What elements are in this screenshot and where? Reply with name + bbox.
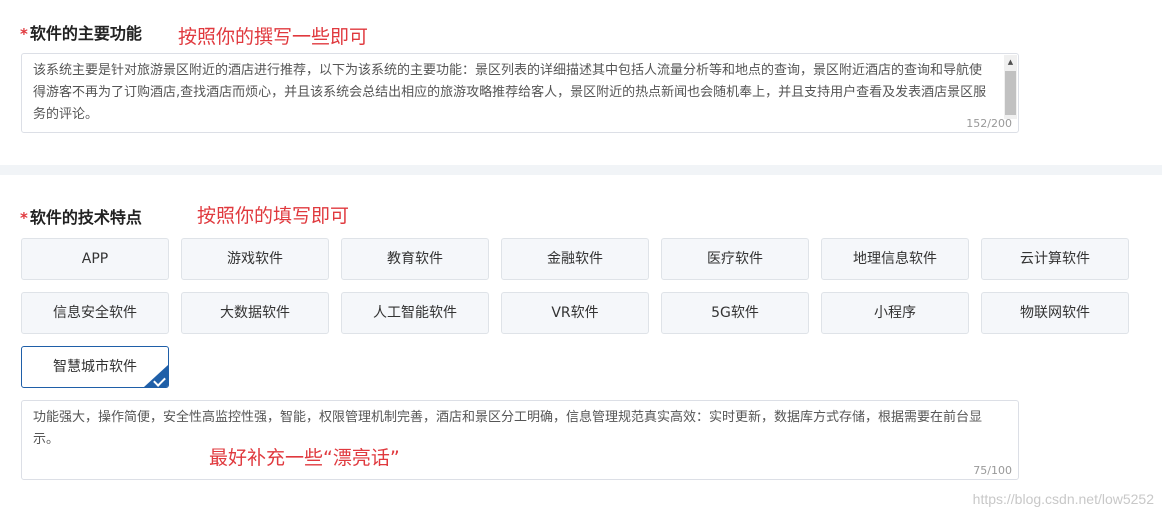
- tech-feature-tag[interactable]: 地理信息软件: [821, 238, 969, 280]
- tech-feature-tag[interactable]: 教育软件: [341, 238, 489, 280]
- tech-feature-tag-label: APP: [81, 251, 109, 267]
- tech-feature-tag-label: 教育软件: [387, 251, 443, 267]
- section-divider: [0, 165, 1162, 175]
- main-function-textarea[interactable]: 该系统主要是针对旅游景区附近的酒店进行推荐，以下为该系统的主要功能：景区列表的详…: [21, 53, 1019, 133]
- tech-features-section: * 软件的技术特点 按照你的填写即可 APP 游戏软件 教育软件 金融软件 医疗软件 地理…: [0, 175, 1162, 515]
- tech-feature-tag[interactable]: 医疗软件: [661, 238, 809, 280]
- tech-features-annotation: 按照你的填写即可: [197, 205, 350, 227]
- watermark: https://blog.csdn.net/low5252: [972, 491, 1154, 507]
- tech-feature-tag-label: 大数据软件: [220, 305, 290, 321]
- required-mark: *: [20, 209, 28, 227]
- tech-feature-tag-label: 游戏软件: [227, 251, 283, 267]
- tech-feature-tag[interactable]: 人工智能软件: [341, 292, 489, 334]
- tech-features-label: 软件的技术特点: [29, 208, 142, 227]
- main-function-section: * 软件的主要功能 按照你的撰写一些即可 该系统主要是针对旅游景区附近的酒店进行…: [0, 0, 1162, 165]
- tech-feature-tag[interactable]: 游戏软件: [181, 238, 329, 280]
- main-function-counter: 152/200: [966, 117, 1012, 130]
- tech-feature-tag[interactable]: 金融软件: [501, 238, 649, 280]
- tech-features-textarea[interactable]: 功能强大，操作简便，安全性高监控性强，智能，权限管理机制完善，酒店和景区分工明确…: [21, 400, 1019, 480]
- textarea-scrollbar[interactable]: ▲: [1004, 55, 1017, 119]
- tech-feature-tag[interactable]: APP: [21, 238, 169, 280]
- tech-features-hint-annotation: 最好补充一些“漂亮话”: [209, 447, 400, 469]
- main-function-annotation: 按照你的撰写一些即可: [178, 26, 369, 48]
- tech-features-counter: 75/100: [973, 464, 1012, 477]
- tech-feature-tag[interactable]: 物联网软件: [981, 292, 1129, 334]
- main-function-label-row: * 软件的主要功能: [20, 20, 142, 44]
- scroll-up-arrow-icon[interactable]: ▲: [1004, 55, 1017, 69]
- tech-feature-tag[interactable]: VR软件: [501, 292, 649, 334]
- tech-feature-tag-label: 地理信息软件: [853, 251, 937, 267]
- tech-features-text: 功能强大，操作简便，安全性高监控性强，智能，权限管理机制完善，酒店和景区分工明确…: [33, 410, 983, 447]
- tech-feature-tag-label: 5G软件: [711, 305, 759, 321]
- tech-feature-tag[interactable]: 智慧城市软件: [21, 346, 169, 388]
- tech-feature-tag[interactable]: 云计算软件: [981, 238, 1129, 280]
- tech-feature-tag-label: 医疗软件: [707, 251, 763, 267]
- tech-feature-tag-label: 智慧城市软件: [53, 359, 137, 375]
- tech-feature-tag[interactable]: 信息安全软件: [21, 292, 169, 334]
- tech-feature-tag-label: 信息安全软件: [53, 305, 137, 321]
- main-function-text: 该系统主要是针对旅游景区附近的酒店进行推荐，以下为该系统的主要功能：景区列表的详…: [33, 63, 987, 122]
- tech-feature-tag[interactable]: 小程序: [821, 292, 969, 334]
- tech-feature-tag-label: 物联网软件: [1020, 305, 1090, 321]
- tech-feature-tag-label: 小程序: [874, 305, 916, 321]
- tech-feature-tag[interactable]: 5G软件: [661, 292, 809, 334]
- tech-feature-tag-label: 云计算软件: [1020, 251, 1090, 267]
- tech-feature-tag-label: 人工智能软件: [373, 305, 457, 321]
- tech-feature-tag-label: VR软件: [551, 305, 599, 321]
- tech-feature-tag-label: 金融软件: [547, 251, 603, 267]
- main-function-label: 软件的主要功能: [29, 24, 142, 43]
- required-mark: *: [20, 25, 28, 43]
- scroll-thumb[interactable]: [1005, 71, 1016, 115]
- tech-feature-tag[interactable]: 大数据软件: [181, 292, 329, 334]
- tech-features-label-row: * 软件的技术特点: [20, 204, 142, 228]
